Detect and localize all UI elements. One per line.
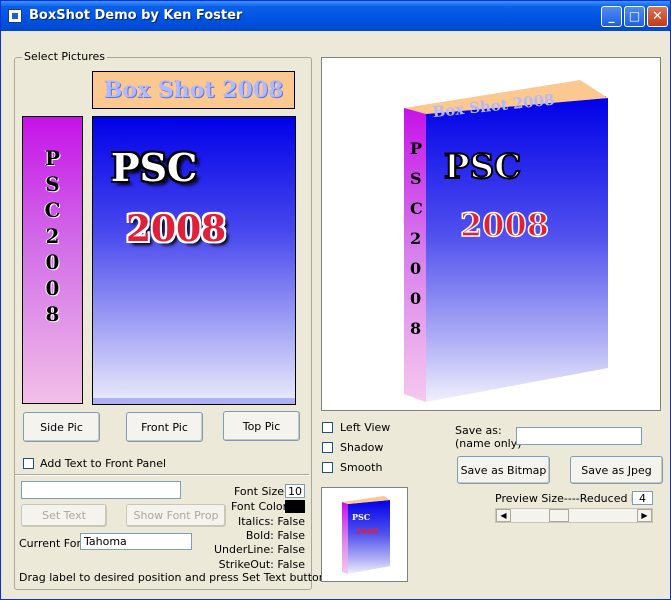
save-as-label: Save as: <box>455 424 502 437</box>
thumb-year: 2008 <box>356 526 379 536</box>
front-label-year[interactable]: 2008 <box>126 208 226 250</box>
title-bar[interactable]: BoxShot Demo by Ken Foster _ □ ✕ <box>1 1 670 31</box>
side-letter: C <box>44 198 61 222</box>
top-pic-button[interactable]: Top Pic <box>223 411 300 441</box>
italics-label: Italics: False <box>237 515 305 528</box>
font-size-value: 10 <box>285 484 305 498</box>
box-preview: Box Shot 2008 PSC 2008 PSC2008 <box>404 80 608 402</box>
preview-panel: Box Shot 2008 PSC 2008 PSC2008 <box>321 57 661 411</box>
strikeout-label: StrikeOut: False <box>218 558 305 571</box>
side-pic-button[interactable]: Side Pic <box>23 412 100 442</box>
save-name-input[interactable] <box>516 427 642 445</box>
top-picture[interactable]: Box Shot 2008 <box>92 71 295 109</box>
reduced-by-value: 4 <box>632 491 653 505</box>
front-label-psc[interactable]: PSC <box>111 145 197 190</box>
divider <box>15 474 309 476</box>
set-text-button[interactable]: Set Text <box>21 504 107 527</box>
side-letter: 8 <box>45 302 60 326</box>
add-text-label: Add Text to Front Panel <box>40 457 167 470</box>
font-color-label: Font Color <box>231 500 288 513</box>
scroll-left-icon[interactable]: ◀ <box>496 509 511 522</box>
name-only-label: (name only) <box>455 437 522 450</box>
scroll-right-icon[interactable]: ▶ <box>637 509 652 522</box>
front-text-input[interactable] <box>21 481 181 499</box>
thumbnail-box: PSC 2008 <box>342 496 390 574</box>
thumb-side <box>342 502 348 574</box>
front-picture-base <box>93 398 295 404</box>
smooth-label: Smooth <box>340 461 383 474</box>
window-title: BoxShot Demo by Ken Foster <box>29 8 243 23</box>
save-bitmap-button[interactable]: Save as Bitmap <box>457 456 550 484</box>
preview-size-slider[interactable]: ◀ ▶ <box>495 508 653 523</box>
preview-size-label: Preview Size----Reduced by <box>495 492 645 505</box>
left-view-checkbox[interactable] <box>322 422 333 433</box>
font-size-label: Font Size <box>234 485 285 498</box>
box-front-year: 2008 <box>460 206 549 244</box>
save-jpeg-button[interactable]: Save as Jpeg <box>570 456 663 484</box>
shadow-checkbox[interactable] <box>322 442 333 453</box>
app-icon[interactable] <box>8 9 22 23</box>
current-font-field[interactable]: Tahoma <box>80 533 192 550</box>
front-picture[interactable]: PSC 2008 <box>92 116 296 405</box>
slider-thumb[interactable] <box>549 509 569 522</box>
thumbnail-preview: PSC 2008 <box>321 487 408 582</box>
side-letter: 2 <box>45 224 60 248</box>
shadow-label: Shadow <box>340 441 384 454</box>
smooth-checkbox[interactable] <box>322 462 333 473</box>
side-letter: P <box>44 146 61 170</box>
bold-label: Bold: False <box>245 529 305 542</box>
underline-label: UnderLine: False <box>213 543 305 556</box>
side-letter: 0 <box>45 250 60 274</box>
front-pic-button[interactable]: Front Pic <box>126 412 203 442</box>
side-picture[interactable]: P S C 2 0 0 8 <box>22 116 83 404</box>
side-letter: S <box>45 172 60 196</box>
thumb-psc: PSC <box>352 512 370 522</box>
drag-hint: Drag label to desired position and press… <box>19 571 326 584</box>
maximize-button[interactable]: □ <box>624 6 645 27</box>
box-front-face <box>426 98 608 402</box>
side-letter: 0 <box>45 276 60 300</box>
side-picture-text: P S C 2 0 0 8 <box>23 145 82 327</box>
left-view-label: Left View <box>340 421 391 434</box>
minimize-button[interactable]: _ <box>601 6 622 27</box>
box-front-psc: PSC <box>444 147 521 187</box>
top-picture-text: Box Shot 2008 <box>103 77 284 103</box>
add-text-checkbox[interactable] <box>23 458 34 469</box>
select-pictures-title: Select Pictures <box>22 50 107 63</box>
font-color-swatch <box>285 500 305 513</box>
main-window: BoxShot Demo by Ken Foster _ □ ✕ Select … <box>0 0 671 600</box>
current-font-label: Current Font <box>19 537 88 550</box>
close-button[interactable]: ✕ <box>647 6 668 27</box>
